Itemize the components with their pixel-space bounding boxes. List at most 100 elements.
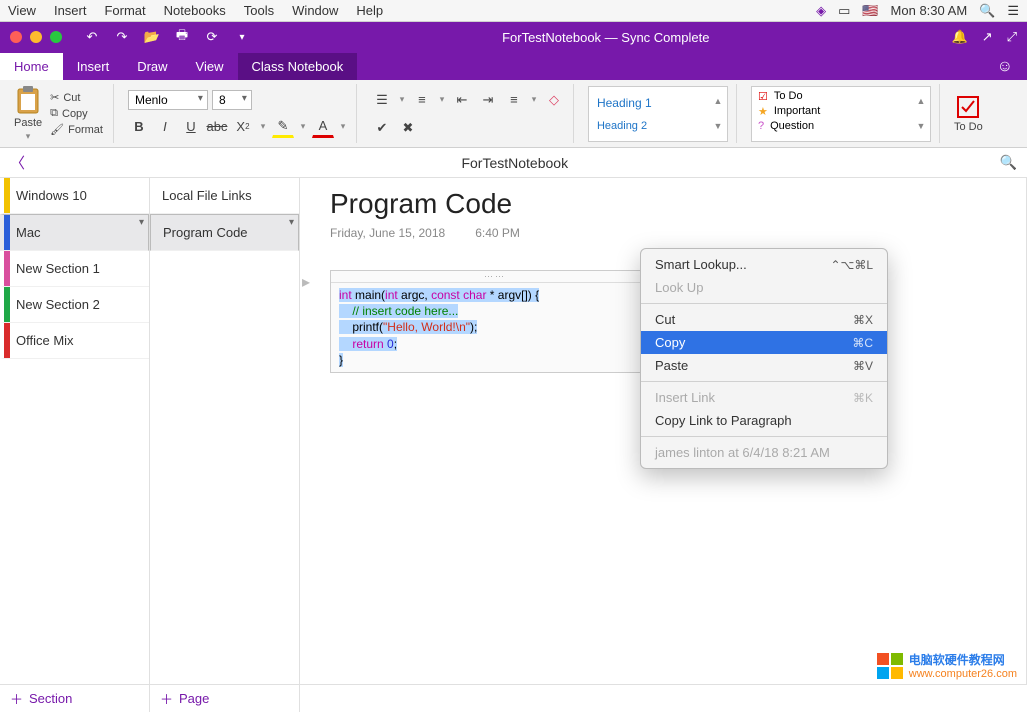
customize-qat[interactable]: ▾ [230,25,254,49]
code-container[interactable]: ⋯⋯ int main(int argc, const char * argv[… [330,270,660,373]
container-drag-handle[interactable]: ⋯⋯ [331,271,659,283]
section-item[interactable]: Mac [0,214,149,251]
alignment-dropdown-icon[interactable]: ▾ [529,89,539,111]
watermark: 电脑软硬件教程网 www.computer26.com [877,651,1017,680]
close-icon[interactable] [10,31,22,43]
add-page-button[interactable]: ＋Page [150,685,300,712]
menu-icon[interactable]: ☰ [1007,3,1019,19]
numbering-button[interactable]: ≡ [411,89,433,111]
menu-notebooks[interactable]: Notebooks [164,3,226,18]
tab-view[interactable]: View [182,53,238,80]
diamond-icon[interactable]: ◈ [816,3,826,19]
code-body[interactable]: int main(int argc, const char * argv[]) … [331,283,659,372]
page-item[interactable]: Local File Links [150,178,299,214]
display-icon[interactable]: ▭ [838,3,850,19]
minimize-icon[interactable] [30,31,42,43]
search-icon[interactable]: 🔍 [1000,154,1017,171]
notebook-name[interactable]: ForTestNotebook [30,155,1000,171]
ctx-smart-lookup[interactable]: Smart Lookup...⌃⌥⌘L [641,253,887,276]
notebook-nav-header: 〈 ForTestNotebook 🔍 [0,148,1027,178]
copy-button[interactable]: ⧉Copy [48,106,105,121]
font-select[interactable]: Menlo [128,90,208,110]
feedback-icon[interactable]: ☺ [997,58,1013,80]
spotlight-icon[interactable]: 🔍 [979,3,995,19]
tag-important[interactable]: ★Important [756,104,926,119]
paste-dropdown-icon[interactable]: ▾ [26,131,31,142]
tag-question[interactable]: ?Question [756,119,926,133]
zoom-icon[interactable] [50,31,62,43]
add-section-button[interactable]: ＋Section [0,685,150,712]
styles-up-icon[interactable]: ▲ [713,96,722,106]
ctx-copy-link-paragraph[interactable]: Copy Link to Paragraph [641,409,887,432]
paste-button[interactable]: Paste ▾ [14,85,42,142]
more-font-icon[interactable]: ▾ [258,116,268,138]
redo-button[interactable]: ↷ [110,25,134,49]
styles-gallery[interactable]: Heading 1 Heading 2 ▲ ▼ [588,86,728,142]
todo-button[interactable]: To Do [954,95,983,133]
fullscreen-icon[interactable]: ⤢ [1007,29,1017,45]
alignment-button[interactable]: ≡ [503,89,525,111]
indent-button[interactable]: ⇥ [477,89,499,111]
back-icon[interactable]: 〈 [10,152,30,173]
cut-button[interactable]: ✂Cut [48,90,105,105]
tab-insert[interactable]: Insert [63,53,124,80]
mac-menubar: View Insert Format Notebooks Tools Windo… [0,0,1027,22]
clear-formatting-button[interactable]: ◇ [543,89,565,111]
scissors-icon: ✂ [50,91,59,104]
page-item[interactable]: Program Code [150,214,299,251]
menu-view[interactable]: View [8,3,36,18]
bullets-dropdown-icon[interactable]: ▾ [397,89,407,111]
outdent-button[interactable]: ⇤ [451,89,473,111]
check-button[interactable]: ✔ [371,117,393,139]
format-painter-button[interactable]: 🖌Format [48,122,105,137]
bold-button[interactable]: B [128,116,150,138]
subscript-button[interactable]: X2 [232,116,254,138]
underline-button[interactable]: U [180,116,202,138]
sync-button[interactable]: ⟳ [200,25,224,49]
highlight-button[interactable]: ✎ [272,116,294,138]
style-heading1[interactable]: Heading 1 [597,96,719,110]
print-button[interactable]: 🖶 [170,25,194,49]
font-color-button[interactable]: A [312,116,334,138]
tags-up-icon[interactable]: ▲ [916,96,925,106]
font-size-select[interactable]: 8 [212,90,252,110]
font-color-dropdown-icon[interactable]: ▾ [338,116,348,138]
cross-button[interactable]: ✖ [397,117,419,139]
menu-window[interactable]: Window [292,3,338,18]
page-title[interactable]: Program Code [330,188,996,220]
open-button[interactable]: 📂 [140,25,164,49]
note-tag-icon[interactable]: ▸ [302,272,310,292]
ctx-copy[interactable]: Copy⌘C [641,331,887,354]
section-item[interactable]: Windows 10 [0,178,149,214]
share-icon[interactable]: ↗ [982,29,993,45]
tag-todo[interactable]: ☑To Do [756,89,926,104]
highlight-dropdown-icon[interactable]: ▾ [298,116,308,138]
tab-home[interactable]: Home [0,53,63,80]
undo-button[interactable]: ↶ [80,25,104,49]
clock-text[interactable]: Mon 8:30 AM [891,3,968,18]
menu-help[interactable]: Help [356,3,383,18]
style-heading2[interactable]: Heading 2 [597,120,719,132]
ctx-cut[interactable]: Cut⌘X [641,308,887,331]
tags-gallery[interactable]: ☑To Do ★Important ?Question ▲ ▼ [751,86,931,142]
bullets-button[interactable]: ☰ [371,89,393,111]
ctx-paste[interactable]: Paste⌘V [641,354,887,377]
menu-format[interactable]: Format [104,3,145,18]
tab-class-notebook[interactable]: Class Notebook [238,53,358,80]
notifications-icon[interactable]: 🔔 [952,29,968,45]
tab-draw[interactable]: Draw [123,53,181,80]
flag-icon[interactable]: 🇺🇸 [862,3,878,19]
numbering-dropdown-icon[interactable]: ▾ [437,89,447,111]
menu-tools[interactable]: Tools [244,3,274,18]
italic-button[interactable]: I [154,116,176,138]
section-item[interactable]: New Section 2 [0,287,149,323]
window-titlebar: ↶ ↷ 📂 🖶 ⟳ ▾ ForTestNotebook — Sync Compl… [0,22,1027,52]
styles-down-icon[interactable]: ▼ [713,121,722,131]
windows-logo-icon [877,653,903,679]
section-item[interactable]: New Section 1 [0,251,149,287]
section-item[interactable]: Office Mix [0,323,149,359]
menu-insert[interactable]: Insert [54,3,87,18]
ribbon: Paste ▾ ✂Cut ⧉Copy 🖌Format Menlo 8 B I U… [0,80,1027,148]
strike-button[interactable]: abc [206,116,228,138]
tags-down-icon[interactable]: ▼ [916,121,925,131]
